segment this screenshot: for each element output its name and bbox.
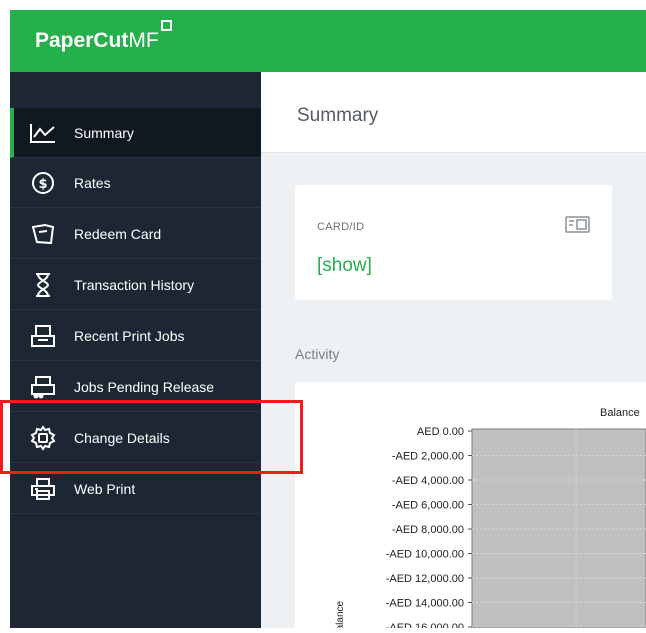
chart-y-axis-label: Balance [335, 600, 346, 628]
card-icon [28, 219, 58, 249]
chart-y-tick-label: -AED 4,000.00 [392, 475, 464, 487]
top-bar: PaperCut MF [10, 10, 646, 72]
chart-y-tick-label: -AED 14,000.00 [386, 598, 464, 610]
card-id-panel: CARD/ID [show] [295, 185, 612, 300]
line-chart-icon [28, 118, 58, 148]
activity-label: Activity [295, 346, 340, 362]
sidebar-item-summary[interactable]: Summary [10, 108, 261, 158]
sidebar-item-label: Rates [74, 174, 111, 191]
sidebar-item-label: Transaction History [74, 276, 195, 293]
page-header: Summary [261, 72, 646, 153]
dollar-coin-icon: $ [28, 168, 58, 198]
page-title: Summary [297, 105, 379, 126]
sidebar-item-label: Web Print [74, 480, 136, 497]
sidebar-item-rates[interactable]: $ Rates [10, 158, 261, 208]
main-content: Summary CARD/ID [show] Activity Balance … [261, 72, 646, 633]
chart-y-tick-label: -AED 2,000.00 [392, 451, 464, 463]
chart-title: Balance [600, 407, 640, 419]
svg-text:$: $ [38, 177, 47, 192]
balance-chart-panel: Balance Balance AED 0.00 -AED 2,000.00 -AE… [295, 382, 646, 633]
logo-text-light: MF [128, 29, 159, 52]
sidebar-item-redeem-card[interactable]: Redeem Card [10, 209, 261, 259]
papercut-logo[interactable]: PaperCut MF [35, 20, 172, 56]
logo-mark-icon [160, 20, 172, 31]
balance-chart: Balance Balance AED 0.00 -AED 2,000.00 -AE… [335, 407, 646, 633]
chart-y-tick-label: -AED 10,000.00 [386, 549, 464, 561]
chart-y-tick-label: -AED 6,000.00 [392, 500, 464, 512]
id-card-icon [565, 216, 590, 233]
logo-text-bold: PaperCut [35, 29, 129, 52]
sidebar: Summary $ Rates Redeem Card Transaction … [10, 72, 261, 628]
chart-y-tick-label: -AED 12,000.00 [386, 573, 464, 585]
chart-plot-area [471, 428, 646, 629]
card-id-label: CARD/ID [317, 221, 365, 233]
sidebar-item-transaction-history[interactable]: Transaction History [10, 260, 261, 310]
card-id-show-link[interactable]: [show] [317, 255, 372, 277]
hourglass-icon [28, 270, 58, 300]
sidebar-item-label: Recent Print Jobs [74, 327, 185, 344]
sidebar-item-label: Summary [74, 124, 134, 141]
chart-y-tick-label: -AED 16,000.00 [386, 622, 464, 628]
sidebar-item-label: Jobs Pending Release [74, 378, 215, 395]
sidebar-item-label: Redeem Card [74, 225, 162, 242]
printer-icon [28, 474, 58, 504]
chart-y-tick-label: -AED 8,000.00 [392, 524, 464, 536]
chart-y-tick-label: AED 0.00 [417, 426, 464, 438]
change-details-highlight-box [0, 400, 303, 474]
sidebar-item-recent-print-jobs[interactable]: Recent Print Jobs [10, 311, 261, 361]
pending-printer-icon [28, 372, 58, 402]
printer-tray-icon [28, 321, 58, 351]
